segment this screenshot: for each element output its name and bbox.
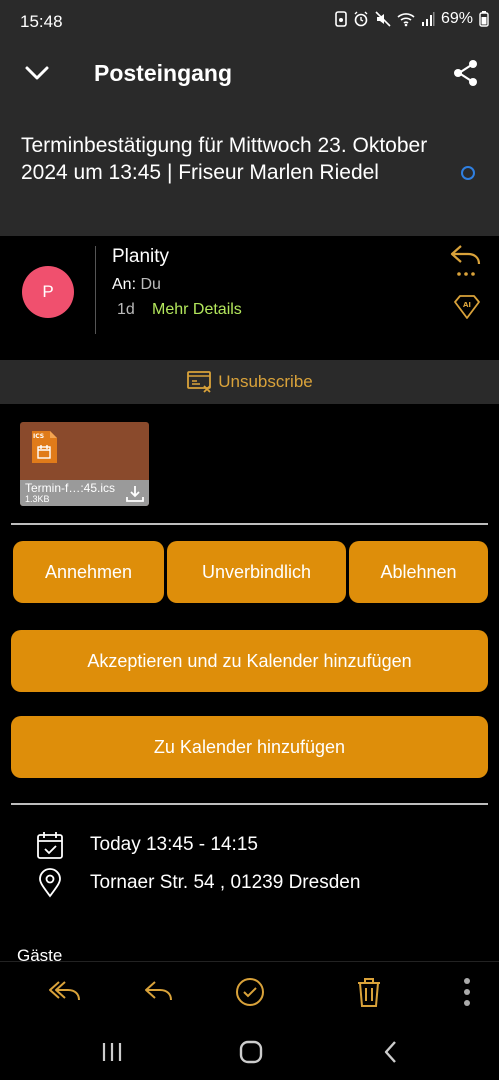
check-circle-icon[interactable]: [233, 976, 267, 1008]
event-location-row: Tornaer Str. 54 , 01239 Dresden: [0, 866, 499, 900]
more-details-link[interactable]: Mehr Details: [152, 301, 242, 319]
recent-apps-icon[interactable]: [97, 1037, 127, 1067]
divider: [11, 803, 488, 805]
sender-block: P Planity An: Du 1d Mehr Details AI: [0, 236, 499, 360]
event-time-row: Today 13:45 - 14:15: [0, 828, 499, 862]
sender-name: Planity: [112, 246, 170, 267]
share-icon[interactable]: [451, 58, 481, 88]
attachment-filename: Termin-f…:45.ics: [25, 481, 116, 495]
divider: [11, 523, 488, 525]
mail-subject: Terminbestätigung für Mittwoch 23. Oktob…: [21, 134, 428, 184]
back-icon[interactable]: [376, 1037, 406, 1067]
location-pin-icon: [39, 868, 61, 898]
wifi-icon: [397, 13, 415, 27]
svg-text:AI: AI: [463, 301, 471, 309]
recipient-line: An: Du: [112, 276, 161, 294]
tentative-button[interactable]: Unverbindlich: [167, 541, 346, 603]
mute-icon: [375, 11, 391, 27]
unread-indicator[interactable]: [461, 166, 475, 180]
unsubscribe-label: Unsubscribe: [218, 372, 313, 391]
sent-time: 1d: [117, 301, 135, 318]
divider: [95, 246, 96, 334]
recipient-label: An:: [112, 276, 137, 293]
more-vertical-icon[interactable]: [450, 976, 484, 1008]
home-icon[interactable]: [236, 1037, 266, 1067]
accept-button[interactable]: Annehmen: [13, 541, 164, 603]
battery-icon: [479, 11, 489, 27]
status-icons: 69%: [335, 10, 489, 28]
event-location[interactable]: Tornaer Str. 54 , 01239 Dresden: [90, 872, 360, 894]
bottom-toolbar: [0, 961, 499, 1023]
attachment-card[interactable]: ICS Termin-f…:45.ics 1.3KB: [20, 422, 149, 506]
download-icon[interactable]: [125, 485, 145, 503]
reply-icon[interactable]: [142, 976, 176, 1008]
system-nav-bar: [0, 1023, 499, 1080]
mail-header: Posteingang Terminbestätigung für Mittwo…: [0, 38, 499, 236]
screen-record-icon: [335, 11, 347, 27]
battery-percent: 69%: [440, 10, 473, 27]
unsubscribe-icon: [187, 371, 212, 393]
reply-all-icon[interactable]: [48, 976, 82, 1008]
attachment-type: ICS: [33, 433, 44, 440]
attachment-size: 1.3KB: [25, 494, 50, 504]
accept-and-add-button[interactable]: Akzeptieren und zu Kalender hinzufügen: [11, 630, 488, 692]
event-time: Today 13:45 - 14:15: [90, 834, 258, 855]
unsubscribe-bar[interactable]: Unsubscribe: [0, 360, 499, 404]
calendar-check-icon: [37, 832, 63, 859]
recipient-value: Du: [140, 276, 161, 293]
calendar-file-icon: ICS: [32, 431, 57, 463]
trash-icon[interactable]: [352, 976, 386, 1008]
ai-diamond-icon[interactable]: AI: [453, 294, 481, 320]
status-bar: 15:48 69%: [0, 0, 499, 38]
page-title: Posteingang: [94, 60, 233, 86]
decline-button[interactable]: Ablehnen: [349, 541, 488, 603]
status-time: 15:48: [20, 12, 63, 31]
add-to-calendar-button[interactable]: Zu Kalender hinzufügen: [11, 716, 488, 778]
attachment-footer: Termin-f…:45.ics 1.3KB: [20, 480, 149, 506]
reply-options-icon[interactable]: [449, 242, 483, 278]
alarm-icon: [354, 11, 368, 27]
chevron-down-icon[interactable]: [22, 58, 52, 88]
avatar[interactable]: P: [22, 266, 74, 318]
signal-icon: [421, 12, 435, 26]
